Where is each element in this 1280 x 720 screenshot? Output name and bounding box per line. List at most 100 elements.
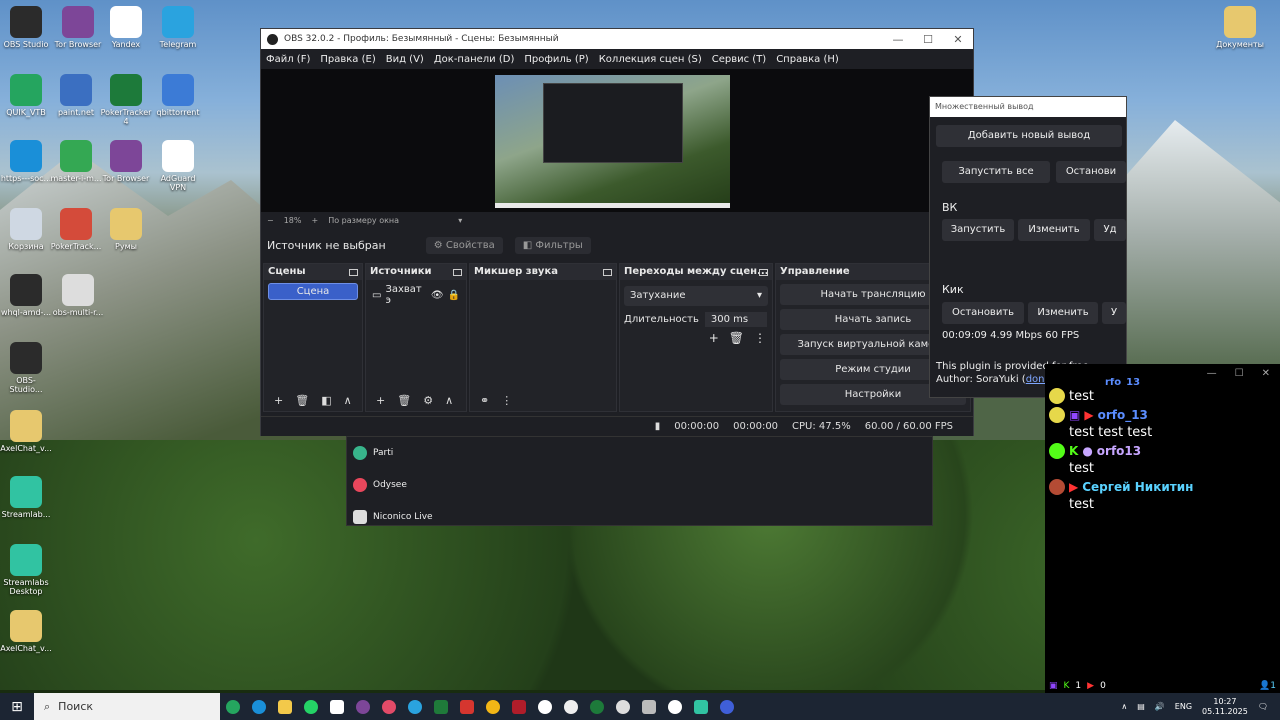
yandex-icon[interactable] [330, 699, 344, 714]
obs-icon[interactable] [616, 699, 630, 714]
trash-icon[interactable]: 🗑 [729, 331, 744, 345]
scene-item[interactable]: Сцена [268, 283, 358, 300]
kick-stop-button[interactable]: Остановить [942, 302, 1024, 324]
preview-canvas[interactable] [261, 69, 973, 212]
eye-icon[interactable]: 👁 [431, 290, 444, 301]
desktop-icon[interactable]: Streamlabs Desktop [0, 544, 52, 596]
terminal-icon[interactable] [434, 699, 448, 714]
pokertracker-icon[interactable] [590, 699, 604, 714]
tor-icon[interactable] [356, 699, 370, 714]
close-icon[interactable]: ✕ [943, 33, 973, 46]
menu-file[interactable]: Файл (F) [266, 54, 310, 65]
app-icon[interactable] [460, 699, 474, 714]
desktop-icon[interactable]: QUIK_VTB [0, 74, 52, 117]
quik-icon[interactable] [226, 699, 240, 714]
installer-icon[interactable] [642, 699, 656, 714]
menu-profile[interactable]: Профиль (P) [524, 54, 588, 65]
whatsapp-icon[interactable] [304, 699, 318, 714]
minimize-icon[interactable]: — [1207, 364, 1217, 384]
desktop-icon[interactable]: OBS Studio [0, 6, 52, 49]
more-icon[interactable]: ⋮ [754, 331, 766, 345]
language-indicator[interactable]: ENG [1175, 702, 1192, 711]
trash-icon[interactable]: 🗑 [295, 394, 309, 407]
chevron-up-icon[interactable]: ∧ [1121, 702, 1127, 711]
edge-icon[interactable] [252, 699, 266, 714]
menu-scene-collection[interactable]: Коллекция сцен (S) [599, 54, 702, 65]
desktop-icon[interactable]: AdGuard VPN [152, 140, 204, 192]
vk-start-button[interactable]: Запустить [942, 219, 1014, 241]
list-item[interactable]: Parti [347, 437, 932, 469]
add-icon[interactable]: + [709, 331, 719, 345]
source-item[interactable]: ▭ Захват э 👁 🔒 [372, 284, 460, 306]
obs-icon[interactable] [668, 699, 682, 714]
vk-edit-button[interactable]: Изменить [1018, 219, 1090, 241]
minimize-icon[interactable]: — [883, 33, 913, 46]
menu-help[interactable]: Справка (H) [776, 54, 839, 65]
kick-edit-button[interactable]: Изменить [1028, 302, 1098, 324]
desktop-icon[interactable]: Streamlab... [0, 476, 52, 519]
desktop-icon[interactable]: PokerTrack... [50, 208, 102, 251]
axelchat-icon[interactable] [720, 699, 734, 714]
add-icon[interactable]: + [376, 394, 385, 407]
transition-select[interactable]: Затухание [624, 286, 768, 306]
taskbar-search[interactable]: ⌕ Поиск [34, 693, 220, 720]
desktop-icon[interactable]: PokerTracker 4 [100, 74, 152, 126]
zoom-fit-select[interactable]: По размеру окна [328, 216, 448, 225]
menu-edit[interactable]: Правка (E) [320, 54, 375, 65]
windows-start-icon[interactable]: ⊞ [0, 699, 34, 715]
chevron-up-icon[interactable]: ∧ [445, 394, 453, 407]
volume-icon[interactable]: 🔊 [1155, 702, 1165, 711]
lock-icon[interactable]: 🔒 [448, 290, 460, 301]
clock[interactable]: 10:27 05.11.2025 [1202, 697, 1248, 717]
gear-icon[interactable]: ⚙ [423, 394, 433, 407]
notifications-icon[interactable]: 🗨 [1258, 702, 1268, 711]
zoom-in-button[interactable]: + [311, 216, 318, 225]
start-all-button[interactable]: Запустить все [942, 161, 1050, 183]
desktop-icon[interactable]: master-i-m... [50, 140, 102, 183]
desktop-icon[interactable]: qbittorrent [152, 74, 204, 117]
desktop-icon[interactable]: obs-multi-r... [52, 274, 104, 317]
maximize-icon[interactable]: ☐ [1235, 364, 1244, 384]
filters-button[interactable]: ◧ Фильтры [514, 236, 591, 254]
duration-input[interactable]: 300 ms [704, 312, 767, 327]
zoom-out-button[interactable]: − [267, 216, 274, 225]
network-icon[interactable]: ▤ [1137, 702, 1145, 711]
add-output-button[interactable]: Добавить новый вывод [936, 125, 1122, 147]
close-icon[interactable]: ✕ [1262, 364, 1270, 384]
trash-icon[interactable]: 🗑 [397, 394, 411, 407]
stop-all-button[interactable]: Останови [1056, 161, 1126, 183]
vk-delete-button[interactable]: Уд [1094, 219, 1126, 241]
list-item[interactable]: Niconico Live [347, 501, 932, 533]
maximize-icon[interactable]: ☐ [913, 33, 943, 46]
properties-button[interactable]: ⚙ Свойства [425, 236, 503, 254]
desktop-icon[interactable]: OBS-Studio... [0, 342, 52, 394]
kick-delete-button[interactable]: У [1102, 302, 1126, 324]
desktop-icon[interactable]: https---soc... [0, 140, 52, 183]
desktop-icon[interactable]: Корзина [0, 208, 52, 251]
desktop-icon[interactable]: Yandex [100, 6, 152, 49]
obs-icon[interactable] [564, 699, 578, 714]
telegram-icon[interactable] [408, 699, 422, 714]
add-icon[interactable]: + [274, 394, 283, 407]
chrome-icon[interactable] [486, 699, 500, 714]
desktop-icon[interactable]: Румы [100, 208, 152, 251]
desktop-icon[interactable]: Telegram [152, 6, 204, 49]
desktop-icon[interactable]: AxelChat_v... [0, 610, 52, 653]
desktop-icon[interactable]: Документы [1214, 6, 1266, 49]
menu-docks[interactable]: Док-панели (D) [434, 54, 515, 65]
desktop-icon[interactable]: Tor Browser [100, 140, 152, 183]
list-item[interactable]: Odysee [347, 469, 932, 501]
desktop-icon[interactable]: AxelChat_v... [0, 410, 52, 453]
desktop-icon[interactable]: Tor Browser [52, 6, 104, 49]
desktop-icon[interactable]: whql-amd-... [0, 274, 52, 317]
chevron-down-icon[interactable]: ▾ [458, 216, 462, 225]
filter-icon[interactable]: ◧ [321, 394, 331, 407]
adguard-icon[interactable] [538, 699, 552, 714]
explorer-icon[interactable] [278, 699, 292, 714]
menu-tools[interactable]: Сервис (T) [712, 54, 766, 65]
streamlabs-icon[interactable] [694, 699, 708, 714]
app-icon[interactable] [382, 699, 396, 714]
menu-view[interactable]: Вид (V) [386, 54, 424, 65]
link-icon[interactable]: ⚭ [480, 394, 489, 407]
desktop-icon[interactable]: paint.net [50, 74, 102, 117]
